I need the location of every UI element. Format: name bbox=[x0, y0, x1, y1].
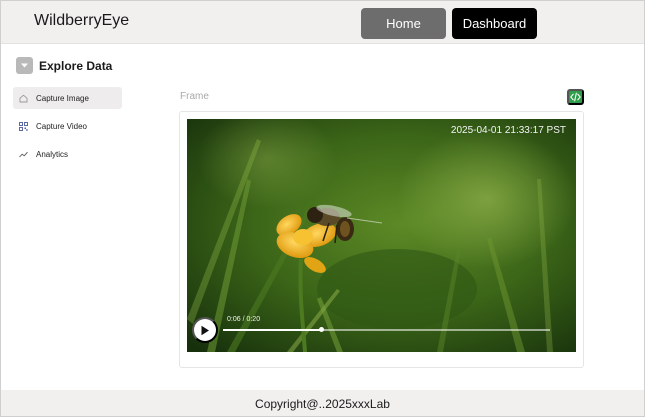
play-icon bbox=[200, 325, 210, 336]
time-display: 0:06 / 0:20 bbox=[227, 316, 261, 323]
timestamp-overlay: 2025-04-01 21:33:17 PST bbox=[450, 125, 566, 136]
explore-data-title: Explore Data bbox=[39, 58, 113, 73]
brand-logo-text[interactable]: WildberryEye bbox=[34, 12, 129, 30]
home-button[interactable]: Home bbox=[361, 8, 446, 39]
sidebar-item-label: Capture Image bbox=[36, 93, 89, 103]
seek-bar[interactable] bbox=[223, 327, 550, 332]
chevron-down-icon[interactable] bbox=[16, 57, 33, 74]
code-button[interactable] bbox=[567, 89, 584, 105]
sidebar-item-label: Analytics bbox=[36, 149, 69, 159]
sidebar-item-capture-image[interactable]: Capture Image bbox=[13, 87, 122, 109]
camera-icon bbox=[19, 94, 28, 103]
sidebar-item-analytics[interactable]: Analytics bbox=[13, 143, 122, 165]
trend-line-icon bbox=[19, 150, 28, 159]
sidebar-item-capture-video[interactable]: Capture Video bbox=[13, 115, 122, 137]
video-player[interactable]: 2025-04-01 21:33:17 PST 0:06 / 0:20 bbox=[187, 119, 576, 352]
page-footer: Copyright@..2025xxxLab bbox=[0, 390, 645, 417]
sidebar-item-label: Capture Video bbox=[36, 121, 87, 131]
explore-data-header[interactable]: Explore Data bbox=[16, 57, 112, 74]
grid-icon bbox=[19, 121, 28, 131]
code-icon bbox=[570, 92, 581, 102]
play-button[interactable] bbox=[192, 317, 218, 343]
seek-bar-progress bbox=[223, 329, 322, 331]
dashboard-button[interactable]: Dashboard bbox=[452, 8, 537, 39]
copyright-text: Copyright@..2025xxxLab bbox=[255, 396, 390, 411]
frame-label: Frame bbox=[180, 91, 209, 102]
app-header: WildberryEye Home Dashboard bbox=[0, 0, 645, 44]
